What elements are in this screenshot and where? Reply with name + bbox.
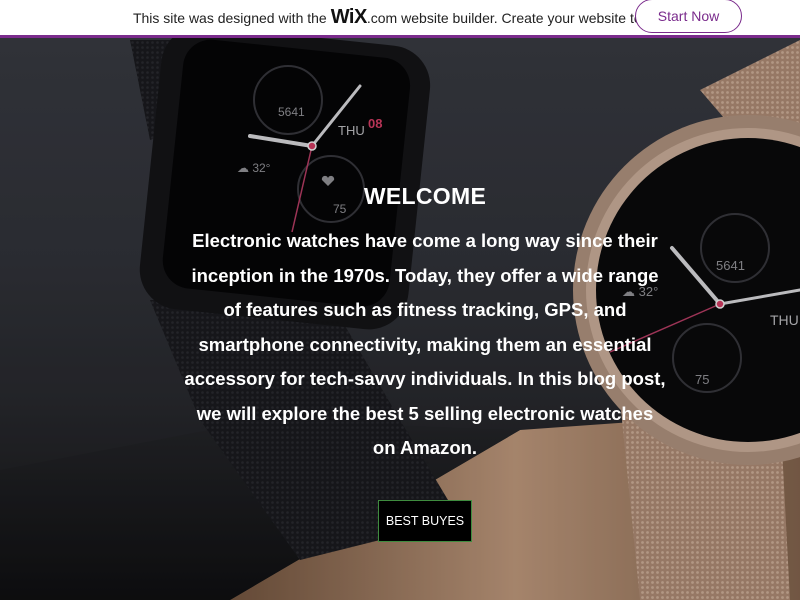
- hero-section: 5641 75 THU 08 ☁ 32° 5641 75 THU ☁ 32° W…: [0, 38, 800, 600]
- paragraph-line: accessory for tech-savvy individuals. In…: [184, 368, 666, 389]
- banner-suffix: website builder. Create your website tod…: [401, 10, 668, 26]
- welcome-paragraph: Electronic watches have come a long way …: [160, 224, 690, 466]
- wix-logo-domain: .com: [366, 10, 398, 26]
- paragraph-line: Electronic watches have come a long way …: [192, 230, 658, 251]
- wix-logo[interactable]: WiX: [331, 6, 368, 29]
- banner-text: This site was designed with the WiX .com …: [133, 6, 667, 29]
- start-now-button[interactable]: Start Now: [635, 0, 742, 33]
- paragraph-line: we will explore the best 5 selling elect…: [196, 402, 654, 424]
- paragraph-line: smartphone connectivity, making them an …: [198, 333, 652, 355]
- paragraph-line: of features such as fitness tracking, GP…: [223, 299, 627, 320]
- paragraph-line: inception in the 1970s. Today, they offe…: [191, 264, 659, 286]
- welcome-text-block: WELCOME Electronic watches have come a l…: [160, 183, 690, 466]
- paragraph-line: on Amazon.: [372, 437, 478, 458]
- banner-prefix: This site was designed with the: [132, 10, 327, 26]
- wix-promo-banner: This site was designed with the WiX .com …: [0, 0, 800, 38]
- welcome-heading: WELCOME: [363, 183, 487, 209]
- best-buyes-button[interactable]: BEST BUYES: [378, 500, 472, 542]
